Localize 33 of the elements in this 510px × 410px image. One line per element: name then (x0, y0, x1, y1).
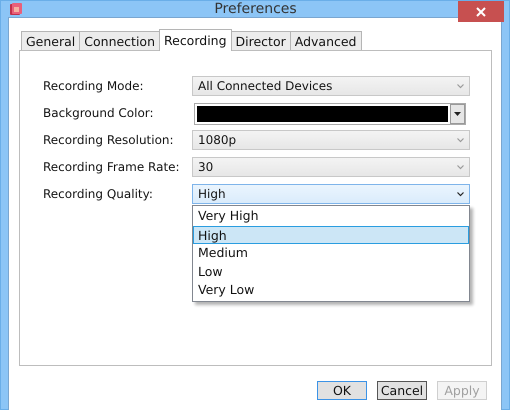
tab[interactable]: Recording (159, 29, 232, 51)
dropdown[interactable]: All Connected Devices (192, 76, 470, 96)
dialog-button[interactable]: OK (317, 381, 367, 400)
field-label: Recording Frame Rate: (43, 160, 181, 174)
dropdown-option[interactable]: Very Low (193, 281, 469, 300)
color-swatch[interactable] (197, 106, 448, 122)
chevron-icon (457, 138, 464, 142)
field-label: Recording Resolution: (43, 133, 175, 147)
chevron-icon (457, 164, 464, 170)
dropdown-option[interactable]: Medium (193, 244, 469, 262)
chevron-icon (457, 84, 464, 88)
dialog-button[interactable]: Cancel (377, 381, 427, 400)
close-icon (476, 6, 486, 16)
dropdown-option[interactable]: High (193, 226, 469, 244)
tab[interactable]: Director (230, 31, 291, 50)
close-button[interactable] (458, 1, 504, 22)
chevron-icon (457, 192, 464, 196)
app-icon (9, 2, 23, 16)
tab[interactable]: Connection (79, 31, 160, 50)
dropdown[interactable]: High (192, 184, 470, 204)
dropdown[interactable]: 30 (192, 157, 470, 177)
dropdown[interactable]: 1080p (192, 130, 470, 150)
tab[interactable]: Advanced (290, 31, 362, 50)
caret-icon (454, 112, 461, 116)
window-title: Preferences (213, 1, 298, 17)
field-label: Background Color: (43, 106, 155, 120)
field-label: Recording Mode: (43, 79, 145, 93)
tab[interactable]: General (21, 31, 80, 50)
dropdown-option[interactable]: Low (193, 262, 469, 281)
dropdown-button[interactable] (450, 104, 465, 124)
color-picker[interactable] (194, 103, 466, 125)
field-label: Recording Quality: (43, 187, 154, 201)
dropdown-option[interactable]: Very High (193, 207, 469, 226)
